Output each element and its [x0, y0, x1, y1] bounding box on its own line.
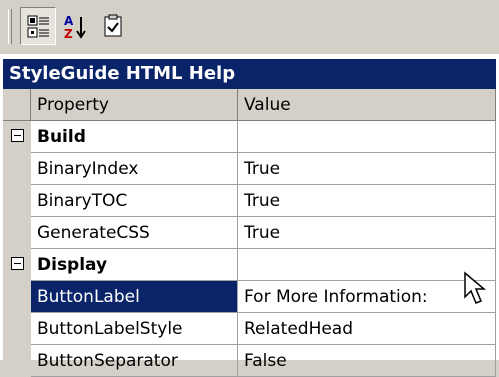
property-value[interactable]: True — [238, 217, 496, 249]
svg-text:Z: Z — [64, 27, 73, 40]
categorized-button[interactable] — [20, 7, 56, 45]
property-name[interactable]: BinaryIndex — [31, 153, 238, 185]
value-column-header[interactable]: Value — [238, 89, 496, 121]
property-name[interactable]: ButtonLabel — [31, 281, 238, 313]
property-value[interactable]: True — [238, 153, 496, 185]
categorized-icon — [27, 15, 49, 38]
row-gutter — [3, 121, 31, 153]
property-name[interactable]: ButtonSeparator — [31, 345, 238, 377]
mouse-pointer-icon — [464, 271, 487, 304]
row-gutter — [3, 345, 31, 377]
collapse-icon[interactable] — [11, 129, 24, 142]
property-value[interactable]: False — [238, 345, 496, 377]
property-row[interactable]: ButtonLabelStyle RelatedHead — [3, 313, 496, 345]
property-value[interactable]: For More Information: — [238, 281, 496, 313]
property-name[interactable]: ButtonLabelStyle — [31, 313, 238, 345]
sort-az-icon: A Z — [64, 14, 86, 40]
property-row-selected[interactable]: ButtonLabel For More Information: — [3, 281, 496, 313]
row-gutter — [3, 217, 31, 249]
category-row-display[interactable]: Display — [3, 249, 496, 281]
property-name[interactable]: GenerateCSS — [31, 217, 238, 249]
row-gutter — [3, 281, 31, 313]
column-header: Property Value — [3, 89, 496, 121]
property-name[interactable]: BinaryTOC — [31, 185, 238, 217]
category-row-build[interactable]: Build — [3, 121, 496, 153]
property-pages-button[interactable] — [96, 7, 132, 45]
svg-text:A: A — [64, 14, 74, 28]
category-label: Display — [31, 249, 238, 281]
object-title: StyleGuide HTML Help — [3, 59, 496, 89]
row-gutter — [3, 249, 31, 281]
property-value[interactable]: True — [238, 185, 496, 217]
row-gutter — [3, 185, 31, 217]
category-value-cell — [238, 249, 496, 281]
row-gutter — [3, 313, 31, 345]
property-row[interactable]: ButtonSeparator False — [3, 345, 496, 377]
property-row[interactable]: GenerateCSS True — [3, 217, 496, 249]
property-row[interactable]: BinaryIndex True — [3, 153, 496, 185]
toolbar-grip[interactable] — [8, 9, 12, 44]
header-gutter — [3, 89, 31, 121]
property-grid: StyleGuide HTML Help Property Value Buil… — [0, 54, 499, 377]
property-column-header[interactable]: Property — [31, 89, 238, 121]
alphabetical-button[interactable]: A Z — [58, 7, 94, 45]
collapse-icon[interactable] — [11, 257, 24, 270]
property-pages-icon — [104, 14, 122, 37]
property-row[interactable]: BinaryTOC True — [3, 185, 496, 217]
property-toolbar: A Z — [0, 0, 499, 54]
property-value[interactable]: RelatedHead — [238, 313, 496, 345]
category-value-cell — [238, 121, 496, 153]
category-label: Build — [31, 121, 238, 153]
row-gutter — [3, 153, 31, 185]
